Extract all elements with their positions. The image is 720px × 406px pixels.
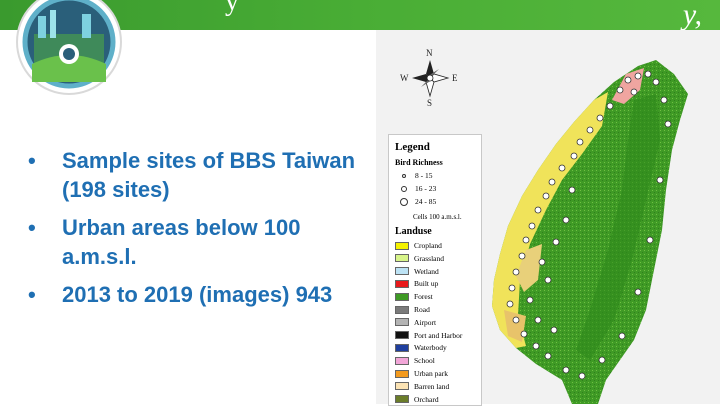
landuse-swatch bbox=[395, 395, 409, 404]
landuse-label: School bbox=[414, 356, 435, 366]
richness-marker-icon bbox=[402, 173, 406, 178]
landuse-row: Grassland bbox=[395, 254, 444, 263]
compass-west: W bbox=[400, 73, 409, 83]
landuse-row: Urban park bbox=[395, 369, 448, 378]
landuse-label: Grassland bbox=[414, 253, 444, 263]
bullet-marker: • bbox=[28, 282, 36, 307]
compass-north: N bbox=[426, 48, 433, 58]
landuse-label: Port and Harbor bbox=[414, 330, 463, 340]
bird-richness-title: Bird Richness bbox=[395, 158, 443, 167]
landuse-swatch bbox=[395, 305, 409, 314]
richness-row: 8 - 15 bbox=[399, 171, 433, 180]
header-title-trailing: y, bbox=[682, 0, 702, 31]
richness-row: 24 - 85 bbox=[399, 197, 436, 206]
landuse-label: Forest bbox=[414, 292, 433, 302]
bullet-text: Sample sites of BBS Taiwan (198 sites) bbox=[62, 148, 356, 202]
landuse-swatch bbox=[395, 254, 409, 263]
richness-marker-icon bbox=[401, 185, 407, 192]
richness-label: 8 - 15 bbox=[415, 171, 433, 180]
landuse-row: Port and Harbor bbox=[395, 331, 462, 340]
landuse-label: Urban park bbox=[414, 369, 448, 378]
landuse-swatch bbox=[395, 382, 409, 391]
bullet-item: • 2013 to 2019 (images) 943 bbox=[28, 280, 358, 309]
landuse-row: Barren land bbox=[395, 382, 449, 391]
bullet-text: Urban areas below 100 a.m.s.l. bbox=[62, 215, 301, 269]
landuse-label: Barren land bbox=[414, 381, 450, 391]
landuse-title: Landuse bbox=[395, 226, 432, 237]
bullet-marker: • bbox=[28, 215, 36, 240]
landuse-row: Waterbody bbox=[395, 343, 447, 352]
landuse-row: Forest bbox=[395, 292, 433, 301]
bullet-text: 2013 to 2019 (images) 943 bbox=[62, 282, 333, 307]
header-title-fragment: y bbox=[225, 0, 239, 17]
compass-icon bbox=[412, 60, 450, 98]
landuse-row: School bbox=[395, 356, 435, 365]
landuse-row: Road bbox=[395, 305, 430, 314]
compass-south: S bbox=[427, 98, 432, 108]
landuse-swatch bbox=[395, 279, 409, 288]
landuse-row: Orchard bbox=[395, 395, 439, 404]
landuse-swatch bbox=[395, 343, 409, 352]
landuse-label: Built up bbox=[414, 279, 439, 289]
landuse-label: Airport bbox=[414, 317, 437, 327]
landuse-label: Cropland bbox=[414, 241, 442, 250]
landuse-swatch bbox=[395, 318, 409, 327]
cells-label: Cells 100 a.m.s.l. bbox=[413, 213, 462, 221]
landuse-row: Airport bbox=[395, 318, 436, 327]
map-legend: Legend Bird Richness 8 - 15 16 - 23 24 -… bbox=[388, 134, 482, 406]
landuse-label: Orchard bbox=[414, 394, 439, 404]
landuse-swatch bbox=[395, 331, 409, 340]
landuse-label: Wetland bbox=[414, 266, 439, 276]
bullet-item: • Sample sites of BBS Taiwan (198 sites) bbox=[28, 146, 358, 204]
landuse-row: Cropland bbox=[395, 241, 442, 250]
landuse-swatch bbox=[395, 292, 409, 301]
landuse-swatch bbox=[395, 356, 409, 365]
bullet-marker: • bbox=[28, 148, 36, 173]
compass-east: E bbox=[452, 73, 458, 83]
landuse-row: Wetland bbox=[395, 267, 439, 276]
landuse-label: Road bbox=[414, 305, 430, 314]
richness-marker-icon bbox=[400, 197, 408, 206]
legend-title: Legend bbox=[395, 141, 430, 153]
bullet-item: • Urban areas below 100 a.m.s.l. bbox=[28, 213, 358, 271]
landuse-label: Waterbody bbox=[414, 343, 447, 353]
bullet-list: • Sample sites of BBS Taiwan (198 sites)… bbox=[28, 146, 358, 318]
richness-label: 16 - 23 bbox=[415, 184, 437, 193]
project-logo-icon bbox=[16, 0, 122, 95]
richness-row: 16 - 23 bbox=[399, 184, 436, 193]
landuse-row: Built up bbox=[395, 279, 438, 288]
landuse-swatch bbox=[395, 241, 409, 250]
richness-label: 24 - 85 bbox=[415, 197, 437, 206]
landuse-swatch bbox=[395, 369, 409, 378]
landuse-swatch bbox=[395, 267, 409, 276]
